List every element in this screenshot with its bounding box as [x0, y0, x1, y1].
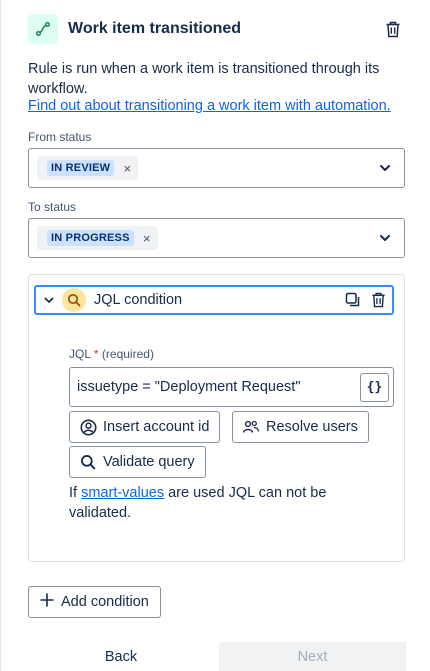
condition-card: JQL condition JQL * (required) issuetype…: [28, 274, 405, 562]
rule-config-panel: Work item transitioned Rule is run when …: [0, 0, 430, 671]
smart-values-button[interactable]: {}: [360, 372, 389, 402]
transition-icon: [28, 14, 58, 44]
status-lozenge: IN REVIEW: [47, 160, 115, 176]
user-circle-icon: [78, 417, 98, 437]
validation-note: If smart-values are used JQL can not be …: [69, 483, 369, 523]
to-status-select[interactable]: IN PROGRESS ×: [28, 218, 405, 258]
required-text: (required): [101, 347, 154, 361]
resolve-users-label: Resolve users: [266, 419, 358, 435]
search-icon: [62, 288, 86, 312]
trash-icon[interactable]: [381, 17, 405, 41]
add-condition-label: Add condition: [61, 594, 149, 610]
trash-icon[interactable]: [367, 288, 389, 312]
required-star: *: [93, 347, 99, 361]
from-status-select[interactable]: IN REVIEW ×: [28, 148, 405, 188]
insert-account-id-label: Insert account id: [103, 419, 210, 435]
validate-query-label: Validate query: [103, 454, 195, 470]
validate-query-button[interactable]: Validate query: [69, 446, 206, 478]
plus-icon: [39, 592, 55, 612]
note-prefix: If: [69, 485, 82, 501]
chevron-down-icon[interactable]: [378, 231, 392, 245]
footer-actions: Back Next: [1, 642, 430, 671]
from-status-label: From status: [28, 130, 92, 144]
trigger-header: Work item transitioned: [28, 14, 405, 44]
add-condition-button[interactable]: Add condition: [28, 586, 161, 618]
collapse-chevron-icon[interactable]: [38, 287, 60, 313]
chevron-down-icon[interactable]: [378, 161, 392, 175]
back-button[interactable]: Back: [23, 642, 219, 671]
resolve-users-button[interactable]: Resolve users: [232, 411, 369, 443]
condition-title: JQL condition: [94, 292, 183, 308]
remove-tag-icon[interactable]: ×: [140, 231, 154, 246]
from-status-tag: IN REVIEW ×: [37, 156, 139, 180]
jql-label: JQL * (required): [69, 347, 154, 361]
to-status-tag: IN PROGRESS ×: [37, 226, 158, 250]
next-button[interactable]: Next: [219, 642, 406, 671]
remove-tag-icon[interactable]: ×: [120, 161, 134, 176]
insert-account-id-button[interactable]: Insert account id: [69, 411, 221, 443]
jql-label-text: JQL: [69, 347, 91, 361]
jql-input-value[interactable]: issuetype = "Deployment Request": [77, 379, 360, 395]
copy-icon[interactable]: [342, 288, 364, 312]
status-lozenge: IN PROGRESS: [47, 230, 134, 246]
to-status-label: To status: [28, 200, 77, 214]
smart-values-link[interactable]: smart-values: [81, 485, 164, 501]
trigger-description: Rule is run when a work item is transiti…: [28, 61, 380, 97]
help-link[interactable]: Find out about transitioning a work item…: [28, 98, 391, 114]
jql-field[interactable]: issuetype = "Deployment Request" {}: [69, 367, 394, 407]
people-icon: [241, 417, 261, 437]
trigger-title: Work item transitioned: [68, 20, 242, 37]
search-icon: [78, 452, 98, 472]
condition-header[interactable]: JQL condition: [34, 285, 394, 315]
